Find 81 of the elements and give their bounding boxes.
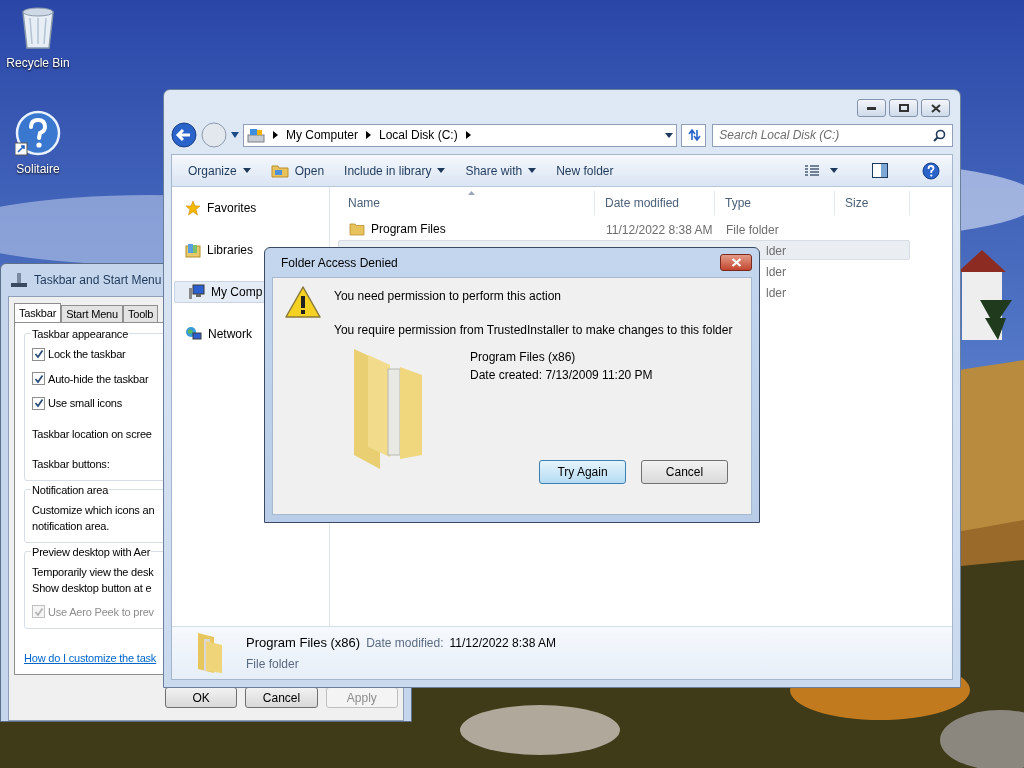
refresh-icon xyxy=(686,129,701,141)
dialog-button[interactable]: Cancel xyxy=(641,460,728,484)
question-mark-icon[interactable] xyxy=(15,110,61,156)
file-date: 11/12/2022 8:38 AM xyxy=(606,223,713,237)
preview-pane-icon[interactable] xyxy=(872,163,888,178)
file-type: File folder xyxy=(726,223,779,237)
recycle-bin-icon[interactable] xyxy=(20,6,56,50)
toolbar-button[interactable]: Open xyxy=(270,161,325,180)
close-button[interactable] xyxy=(720,254,752,271)
checkbox[interactable] xyxy=(32,372,45,386)
description-text: Customize which icons an notification area. xyxy=(32,502,155,534)
minimize-button[interactable] xyxy=(857,99,886,117)
drive-icon xyxy=(246,127,265,143)
maximize-button[interactable] xyxy=(889,99,918,117)
toolbar-button[interactable]: Organize xyxy=(188,161,251,180)
toolbar-button[interactable]: Include in library xyxy=(344,161,446,180)
checkbox-label[interactable]: Lock the taskbar xyxy=(48,346,126,363)
dialog-button[interactable]: Cancel xyxy=(245,687,318,708)
dialog-message: You require permission from TrustedInstaller to make changes to this folder xyxy=(334,322,733,339)
details-type: File folder xyxy=(246,655,300,673)
chevron-icon xyxy=(365,131,371,139)
window-title: Taskbar and Start Menu xyxy=(34,272,162,289)
caret-icon[interactable] xyxy=(230,132,239,138)
address-bar[interactable]: My Computer Local Disk (C:) xyxy=(242,123,678,147)
toolbar-button[interactable]: New folder xyxy=(556,161,614,180)
library-icon xyxy=(185,242,201,258)
toolbar-button[interactable]: Share with xyxy=(465,161,537,180)
help-icon[interactable] xyxy=(922,161,940,180)
file-row[interactable]: Program Files 11/12/2022 8:38 AM File folder xyxy=(338,219,910,239)
folder-icon xyxy=(270,163,289,178)
star-icon xyxy=(185,200,201,216)
warning-icon xyxy=(284,285,322,319)
checkbox[interactable] xyxy=(32,396,45,410)
network-icon xyxy=(185,326,202,342)
description-text: Taskbar buttons: xyxy=(32,456,110,472)
file-type: lder xyxy=(766,244,786,258)
date-created: Date created: 7/13/2009 11:20 PM xyxy=(470,367,653,384)
description-text: Taskbar location on scree xyxy=(32,426,152,442)
checkbox-label[interactable]: Auto-hide the taskbar xyxy=(48,370,149,387)
dialog-button[interactable]: Try Again xyxy=(539,460,626,484)
column-header[interactable]: Date modified xyxy=(595,191,715,215)
close-icon xyxy=(930,103,941,113)
checkbox[interactable] xyxy=(32,347,45,361)
desktop-icon-label[interactable]: Solitaire xyxy=(16,160,60,178)
details-value: 11/12/2022 8:38 AM xyxy=(449,635,557,653)
close-button[interactable] xyxy=(921,99,950,117)
breadcrumb-item[interactable]: Local Disk (C:) xyxy=(378,126,458,144)
caret-icon xyxy=(437,168,446,173)
dialog-button[interactable]: OK xyxy=(165,687,238,708)
view-options-button[interactable] xyxy=(804,164,838,177)
dialog-heading: You need permission to perform this action xyxy=(334,288,562,305)
refresh-button[interactable] xyxy=(681,123,707,147)
column-header[interactable]: Size xyxy=(835,191,910,215)
checkbox-label[interactable]: Use small icons xyxy=(48,395,123,412)
desktop-icon-label[interactable]: Recycle Bin xyxy=(6,54,70,72)
tab[interactable]: Start Menu xyxy=(61,305,123,322)
breadcrumb-item[interactable]: My Computer xyxy=(285,126,358,144)
search-field[interactable]: Search Local Disk (C:) xyxy=(712,123,953,147)
taskbar-icon xyxy=(10,272,28,288)
file-name: Program Files xyxy=(371,221,446,238)
details-label: Date modified: xyxy=(366,635,444,653)
caret-icon xyxy=(665,132,674,138)
folder-name: Program Files (x86) xyxy=(470,349,577,366)
tab[interactable]: Toolb xyxy=(122,305,159,322)
tab[interactable]: Taskbar xyxy=(14,303,62,322)
column-header[interactable]: Type xyxy=(715,191,835,215)
close-icon xyxy=(730,258,742,267)
nav-item[interactable]: Favorites xyxy=(172,197,329,219)
search-icon xyxy=(933,128,946,142)
sort-arrow-icon xyxy=(468,191,475,195)
caret-icon xyxy=(830,168,838,173)
chevron-icon xyxy=(465,131,471,139)
chevron-icon xyxy=(272,131,278,139)
computer-icon xyxy=(188,284,205,300)
description-text: Temporarily view the desk Show desktop button at e xyxy=(32,564,154,596)
help-link[interactable]: How do I customize the task xyxy=(24,649,157,666)
back-button[interactable] xyxy=(171,122,197,148)
folder-icon xyxy=(349,222,365,236)
details-name: Program Files (x86) xyxy=(246,634,361,653)
caret-icon xyxy=(242,168,251,173)
caret-icon xyxy=(528,168,537,173)
